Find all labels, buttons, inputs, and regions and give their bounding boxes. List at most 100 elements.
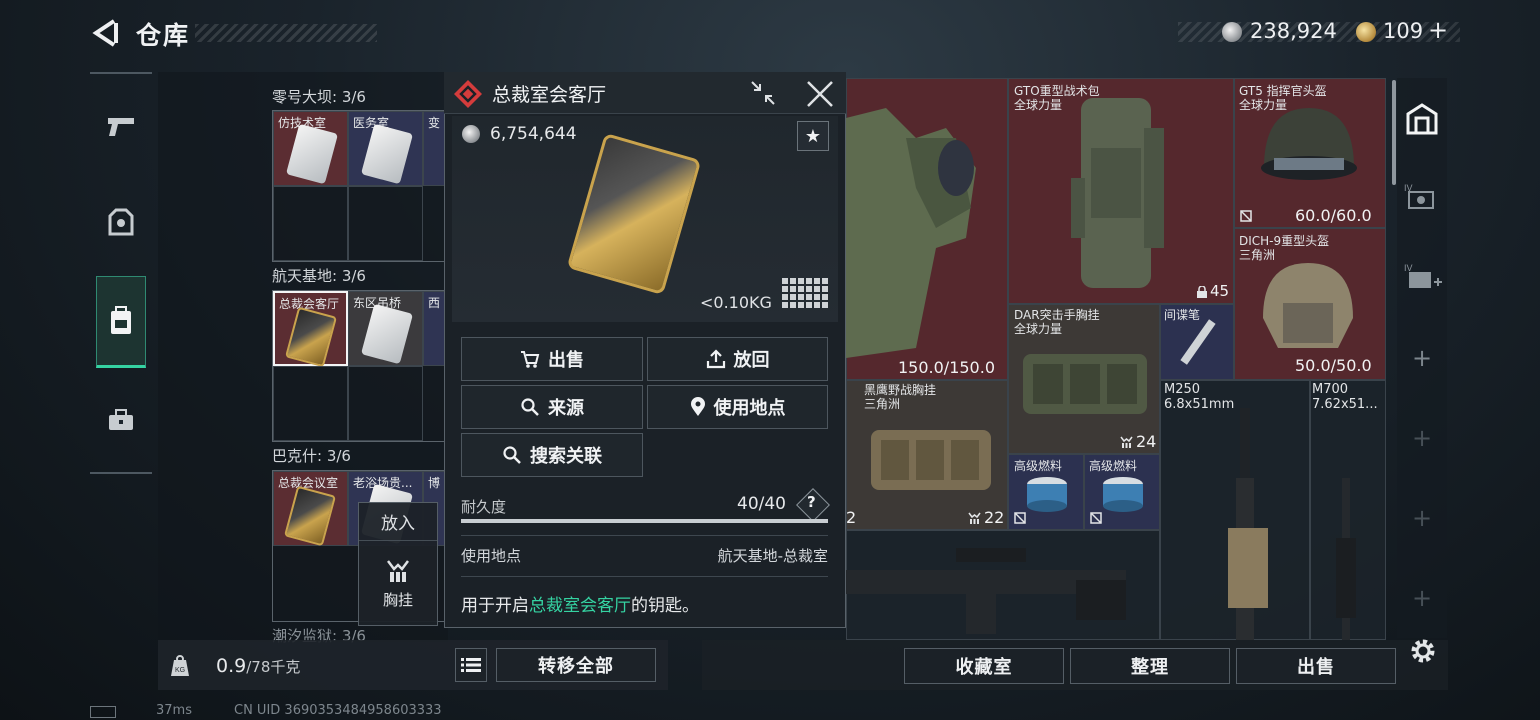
nav-backpack-tab[interactable] [96,276,146,368]
keycard-image [360,303,414,365]
no-insure-icon [1014,512,1026,524]
add-slot-button[interactable]: + [1412,584,1432,612]
key-slot[interactable]: 东区吊桥 [348,291,423,366]
search-related-button[interactable]: 搜索关联 [461,433,643,477]
key-slot[interactable]: 西 [423,291,445,366]
armor-icon [108,208,134,236]
item-name: 高级燃料 [1089,459,1138,473]
item-name: 黑鹰野战胸挂 [864,383,937,397]
item-durability: 50.0/50.0 [1295,356,1372,375]
organize-button[interactable]: 整理 [1070,648,1230,684]
sell-all-button[interactable]: 出售 [1236,648,1396,684]
title-decoration [195,24,377,42]
durability-label: 耐久度 [461,498,507,516]
nav-weapon-tab[interactable] [96,96,146,156]
settings-gear-icon[interactable] [1408,636,1438,666]
location-label: 使用地点 [461,547,522,565]
key-slot-selected[interactable]: 总裁会客厅 [273,291,348,368]
key-slot[interactable]: 仿技术室 [273,111,348,186]
weight-icon: KG [171,655,189,676]
item-name: M250 [1164,382,1201,397]
gold-keycard-image [283,485,337,547]
empty-slot[interactable] [273,186,348,261]
backpack-icon [111,306,131,334]
empty-slot[interactable] [348,366,423,441]
svg-text:IV: IV [1404,263,1413,273]
collection-room-button[interactable]: 收藏室 [904,648,1064,684]
container-icon[interactable] [1405,102,1439,136]
add-slot-button[interactable]: + [1412,344,1432,372]
grid-size-icon [782,278,828,308]
close-icon[interactable] [806,80,834,108]
silver-amount: 238,924 [1250,19,1337,43]
no-insure-icon [1090,512,1102,524]
helmet-image [1261,108,1357,180]
location-pin-icon [690,397,705,416]
fuel-can-image [1027,477,1067,512]
list-icon [461,658,481,672]
add-slot-button[interactable]: + [1412,424,1432,452]
body-armor-image [846,108,976,358]
nav-armor-tab[interactable] [96,193,146,253]
inventory-grid: GTO重型战术包 全球力量 GT5 指挥官头盔 全球力量 DICH-9重型头盔 … [846,78,1386,640]
key-slot[interactable]: 医务室 [348,111,423,186]
item-stack-count: 2 [846,508,857,527]
divider [461,535,828,536]
divider [461,576,828,577]
item-faction: 全球力量 [1239,98,1288,112]
gold-add-button[interactable]: + [1428,16,1448,44]
inventory-scrollbar[interactable] [1392,80,1396,185]
item-name: DICH-9重型头盔 [1239,234,1330,248]
item-name: M700 [1312,382,1349,397]
no-insure-icon [1240,210,1252,222]
sell-button[interactable]: 出售 [461,337,643,381]
item-stack-count: 24 [1136,432,1157,451]
empty-slot[interactable] [273,366,348,441]
silver-coin-icon [1222,22,1242,42]
page-title: 仓库 [136,21,191,50]
item-description: 用于开启总裁室会客厅的钥匙。 [461,596,699,616]
gold-amount: 109 [1383,19,1424,43]
uid: CN UID 3690353484958603333 [234,703,442,718]
silver-coin-icon [462,125,480,143]
item-name: 间谍笔 [1164,308,1201,322]
use-location-button[interactable]: 使用地点 [647,385,828,429]
item-durability: 60.0/60.0 [1295,206,1372,225]
transfer-all-button[interactable]: 转移全部 [496,648,656,682]
favorite-star-button[interactable]: ★ [797,121,829,151]
add-slot-button[interactable]: + [1412,504,1432,532]
list-view-button[interactable] [455,648,487,682]
chest-rig-small-icon [1120,436,1133,448]
section-label-aerospace-base: 航天基地: 3/6 [272,267,366,285]
back-arrow-icon[interactable] [90,17,122,49]
item-name: 高级燃料 [1014,459,1063,473]
gold-keycard-image [284,306,338,368]
item-stack-count: 22 [984,508,1005,527]
put-in-tooltip[interactable]: 放入 胸挂 [358,502,438,626]
add-case-icon[interactable]: IV [1404,262,1442,292]
nav-toolbox-tab[interactable] [96,390,146,450]
chest-rig-image [1023,354,1147,414]
empty-slot[interactable] [348,186,423,261]
pistol-icon [108,118,134,136]
description-highlight: 总裁室会客厅 [529,596,631,616]
location-value: 航天基地-总裁室 [717,547,828,565]
search-icon [521,398,539,416]
source-button[interactable]: 来源 [461,385,643,429]
keycard-image [360,123,414,185]
popup-weight: <0.10KG [700,293,772,312]
section-label-zero-dam: 零号大坝: 3/6 [272,88,366,106]
search-icon [503,446,521,464]
expand-slot-icon[interactable]: IV [1404,182,1440,212]
key-rarity-icon [454,80,482,108]
durability-fill [461,519,828,523]
key-slot[interactable]: 总裁会议室 [273,471,348,547]
popup-item-title: 总裁室会客厅 [492,84,607,106]
item-faction: 全球力量 [1014,322,1063,336]
return-button[interactable]: 放回 [647,337,828,381]
section-label-bakhsh: 巴克什: 3/6 [272,447,351,465]
nav-divider-bottom [90,472,152,474]
collapse-icon[interactable] [750,80,776,106]
key-slot[interactable]: 变 [423,111,445,186]
toolbox-icon [109,409,133,430]
